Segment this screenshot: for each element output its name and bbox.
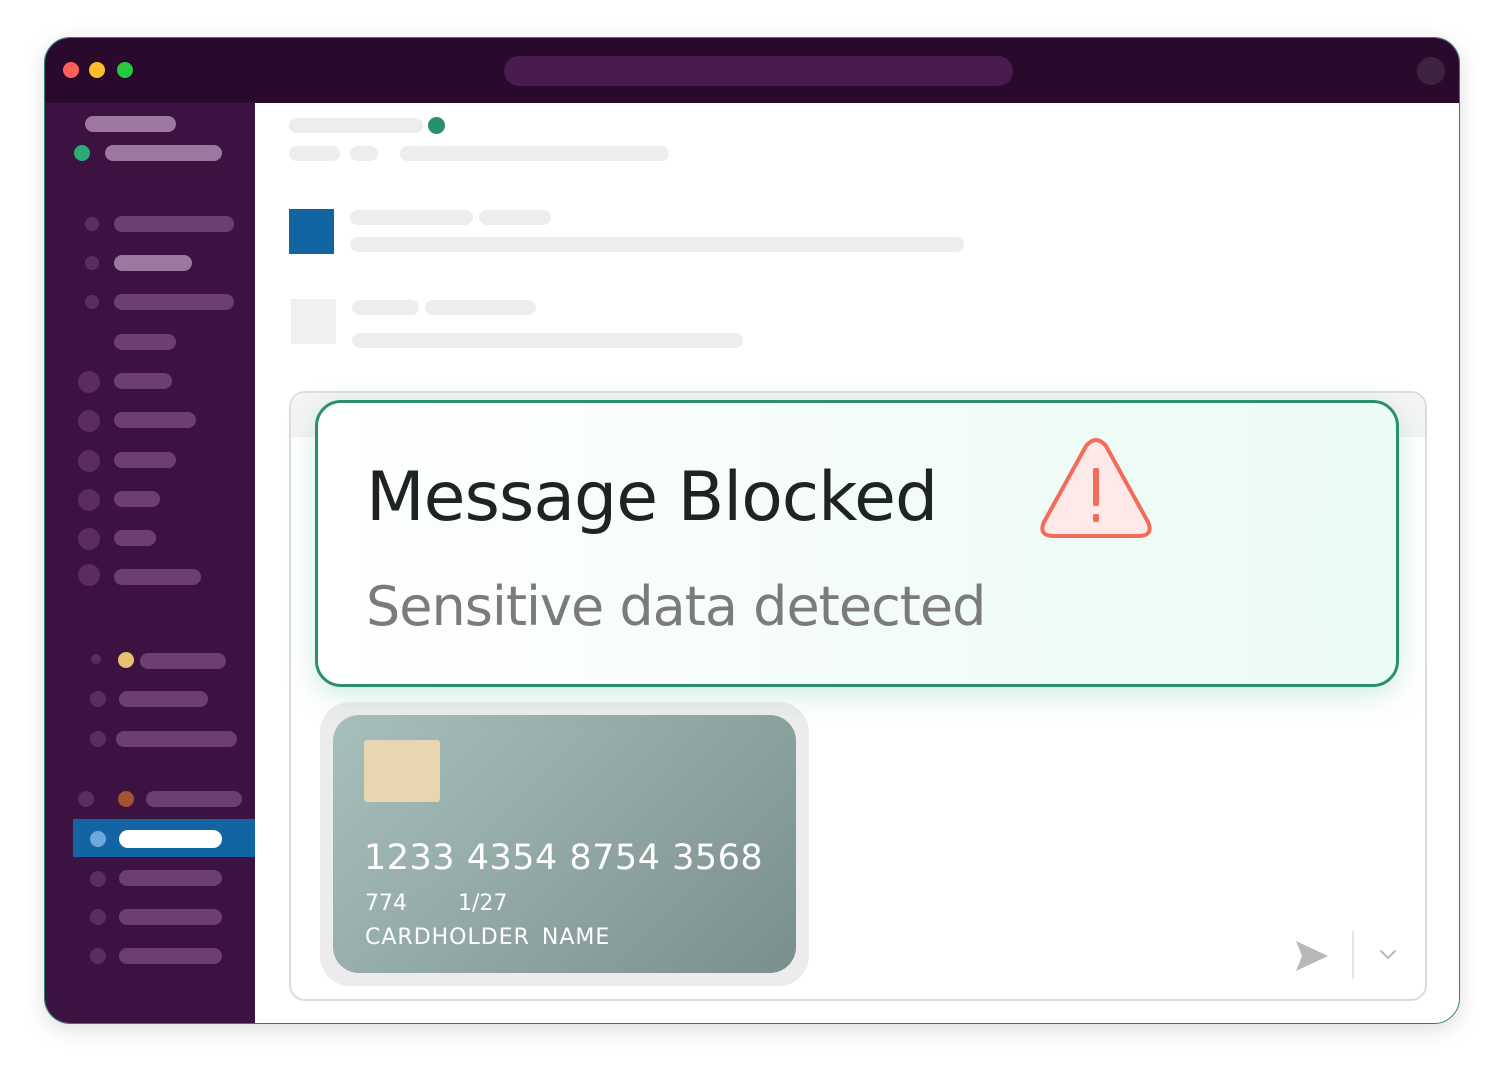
message-time bbox=[425, 300, 536, 315]
online-status-icon bbox=[74, 145, 90, 161]
avatar[interactable] bbox=[289, 209, 334, 254]
search-bar[interactable] bbox=[504, 56, 1013, 86]
status-icon bbox=[90, 871, 106, 887]
minimize-window-button[interactable] bbox=[89, 62, 105, 78]
sidebar-item-active[interactable] bbox=[73, 819, 255, 857]
dm-item[interactable] bbox=[140, 653, 226, 669]
channel-meta bbox=[400, 146, 669, 161]
title-bar bbox=[45, 38, 1459, 103]
alert-border bbox=[315, 400, 1399, 687]
message-text bbox=[350, 237, 964, 252]
status-icon bbox=[91, 654, 101, 664]
channel-icon bbox=[78, 410, 100, 432]
user-name bbox=[105, 145, 222, 161]
dm-item[interactable] bbox=[119, 948, 222, 964]
message-author bbox=[350, 210, 473, 225]
channel-icon bbox=[78, 564, 100, 586]
channel-meta bbox=[289, 146, 340, 161]
status-icon bbox=[90, 831, 106, 847]
channel-item[interactable] bbox=[114, 373, 172, 389]
channel-item[interactable] bbox=[114, 491, 160, 507]
sidebar-item[interactable] bbox=[114, 216, 234, 232]
dm-item[interactable] bbox=[119, 909, 222, 925]
workspace-name[interactable] bbox=[85, 116, 176, 132]
online-status-icon bbox=[428, 117, 445, 134]
card-chip-icon bbox=[364, 740, 440, 802]
cardholder-name: CARDHOLDER NAME bbox=[365, 925, 611, 950]
avatar[interactable] bbox=[291, 299, 336, 344]
avatar bbox=[118, 791, 134, 807]
alert-subtitle: Sensitive data detected bbox=[366, 575, 986, 638]
nav-icon bbox=[85, 295, 99, 309]
sidebar-item-label bbox=[119, 830, 222, 848]
close-window-button[interactable] bbox=[63, 62, 79, 78]
channel-meta bbox=[350, 146, 378, 161]
send-icon[interactable] bbox=[1294, 939, 1330, 973]
status-icon bbox=[90, 948, 106, 964]
divider bbox=[1352, 931, 1354, 979]
channel-icon bbox=[78, 450, 100, 472]
avatar bbox=[118, 652, 134, 668]
status-icon bbox=[90, 909, 106, 925]
dm-item[interactable] bbox=[116, 731, 237, 747]
message-text bbox=[352, 333, 743, 348]
card-expiry: 1/27 bbox=[458, 891, 508, 916]
dm-item[interactable] bbox=[146, 791, 242, 807]
dm-item[interactable] bbox=[119, 691, 208, 707]
status-icon bbox=[78, 791, 94, 807]
maximize-window-button[interactable] bbox=[117, 62, 133, 78]
avatar[interactable] bbox=[1417, 57, 1445, 85]
channel-icon bbox=[78, 371, 100, 393]
nav-icon bbox=[85, 217, 99, 231]
sidebar-item[interactable] bbox=[114, 334, 176, 350]
message-author bbox=[352, 300, 419, 315]
warning-triangle-icon bbox=[1040, 438, 1152, 538]
card-number: 1233 4354 8754 3568 bbox=[364, 838, 764, 878]
channel-title bbox=[289, 118, 423, 133]
sidebar-item[interactable] bbox=[114, 255, 192, 271]
chevron-down-icon[interactable] bbox=[1378, 947, 1398, 961]
nav-icon bbox=[85, 256, 99, 270]
alert-title: Message Blocked bbox=[366, 458, 938, 537]
channel-item[interactable] bbox=[114, 412, 196, 428]
channel-item[interactable] bbox=[114, 452, 176, 468]
channel-icon bbox=[78, 489, 100, 511]
channel-item[interactable] bbox=[114, 569, 201, 585]
channel-item[interactable] bbox=[114, 530, 156, 546]
channel-icon bbox=[78, 528, 100, 550]
card-cvv: 774 bbox=[365, 891, 407, 916]
status-icon bbox=[90, 691, 106, 707]
sidebar-item[interactable] bbox=[114, 294, 234, 310]
status-icon bbox=[90, 731, 106, 747]
message-time bbox=[479, 210, 551, 225]
dm-item[interactable] bbox=[119, 870, 222, 886]
